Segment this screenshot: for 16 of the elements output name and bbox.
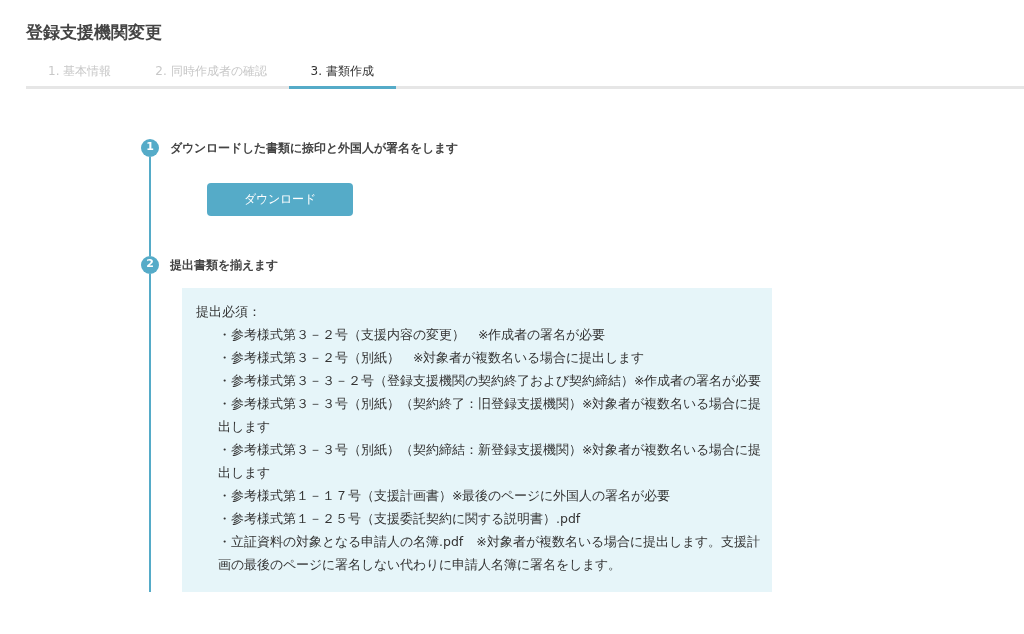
document-item: ・参考様式第３－２号（支援内容の変更） ※作成者の署名が必要: [217, 325, 607, 344]
download-button[interactable]: ダウンロード: [207, 182, 353, 216]
list-heading: 提出必須：: [196, 302, 262, 321]
step-number-badge: 2: [141, 255, 159, 274]
step-title: 提出書類を揃えます: [170, 256, 279, 274]
step-title: ダウンロードした書類に捺印と外国人が署名をします: [170, 139, 459, 157]
step-tab[interactable]: 3. 書類作成: [288, 55, 396, 89]
document-item: ・立証資料の対象となる申請人の名簿.pdf ※対象者が複数名いる場合に提出します。支援計画の最後のページに署名しない代わりに申請人名簿に署名をします。: [217, 532, 761, 574]
document-item: ・参考様式第３－３号（別紙）（契約終了：旧登録支援機関）※対象者が複数名いる場合に提出します: [217, 394, 763, 436]
document-item: ・参考様式第１－１７号（支援計画書）※最後のページに外国人の署名が必要: [217, 486, 672, 505]
document-item: ・参考様式第１－２５号（支援委託契約に関する説明書）.pdf: [217, 509, 582, 528]
document-item: ・参考様式第３－２号（別紙） ※対象者が複数名いる場合に提出します: [217, 348, 646, 367]
step-number-badge: 1: [141, 138, 159, 157]
document-item: ・参考様式第３－３号（別紙）（契約締結：新登録支援機関）※対象者が複数名いる場合に提出します: [217, 440, 763, 482]
document-item: ・参考様式第３－３－２号（登録支援機関の契約終了および契約締結）※作成者の署名が必要: [217, 371, 763, 390]
page-title: 登録支援機関変更: [26, 21, 163, 44]
